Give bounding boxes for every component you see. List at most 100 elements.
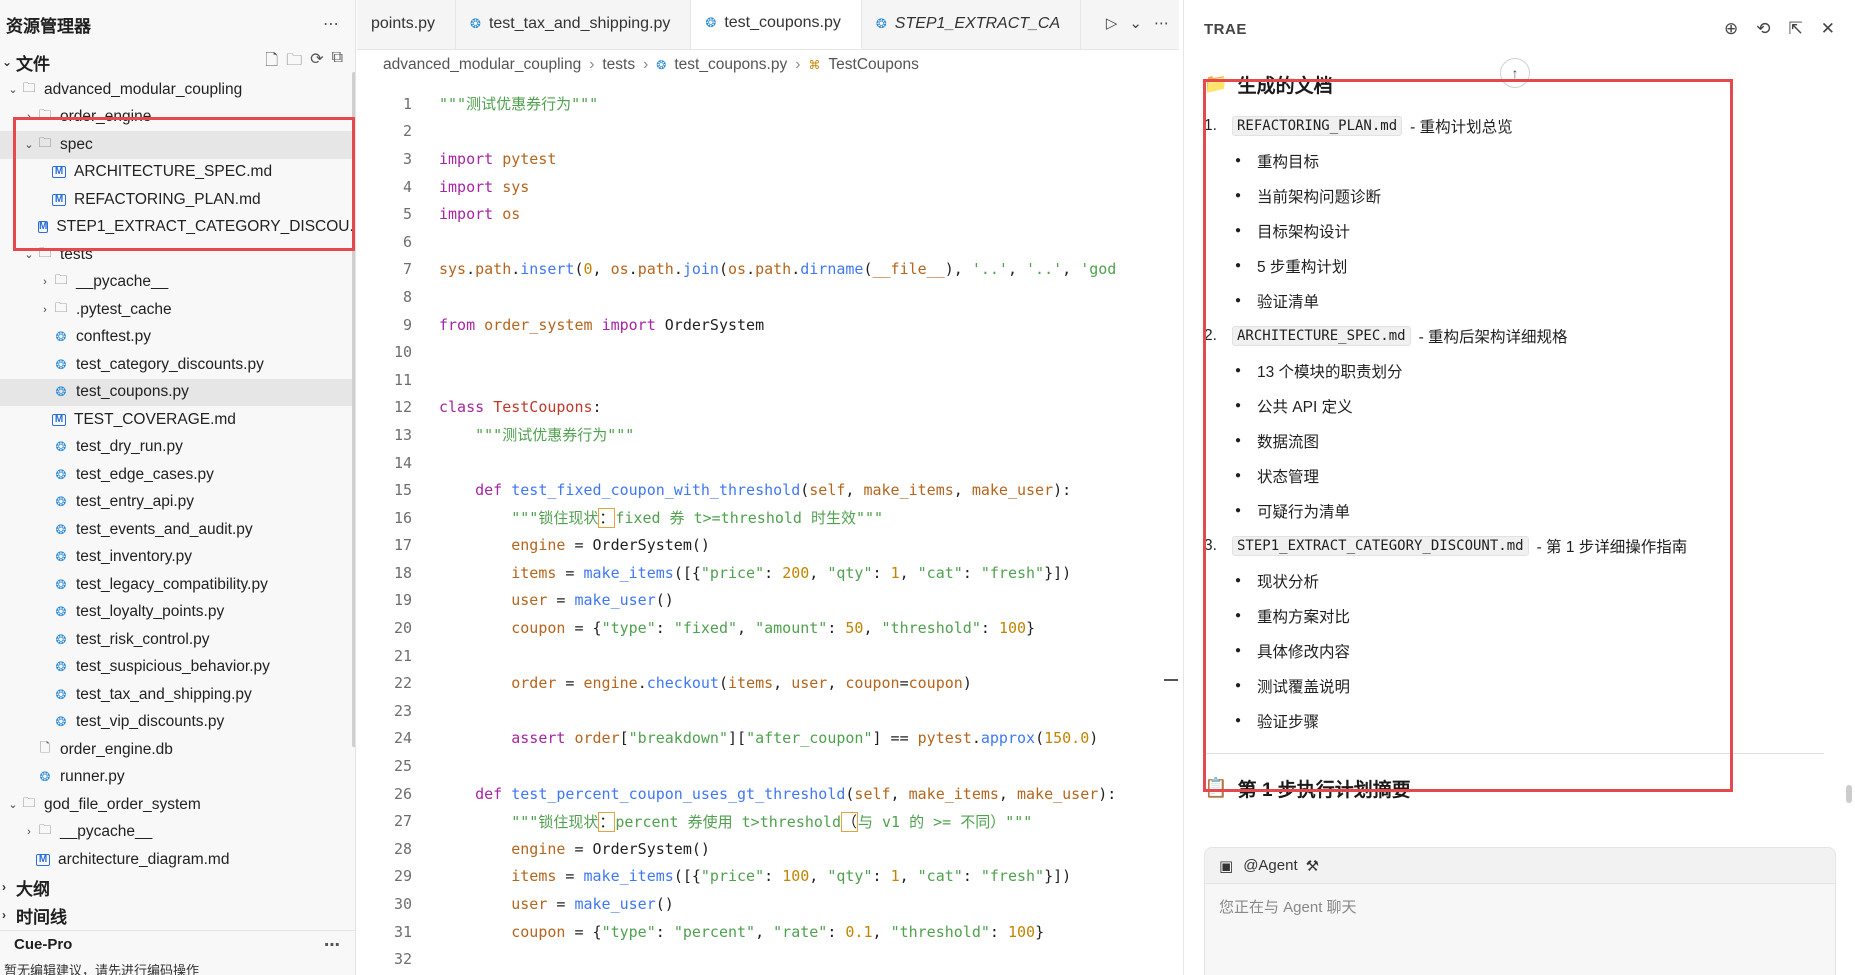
tree-file[interactable]: ❂ test_category_discounts.py bbox=[0, 351, 355, 379]
breadcrumb-item[interactable]: TestCoupons bbox=[828, 56, 918, 74]
code-line[interactable]: 14 bbox=[357, 449, 1179, 477]
tree-file[interactable]: ❂ test_risk_control.py bbox=[0, 626, 355, 654]
tree-file[interactable]: 🗋 order_engine.db bbox=[0, 736, 355, 764]
tree-file[interactable]: ❂ test_inventory.py bbox=[0, 544, 355, 572]
chat-input-field[interactable]: 您正在与 Agent 聊天 bbox=[1205, 884, 1835, 975]
chevron-down-icon[interactable]: ⌄ bbox=[1129, 14, 1142, 32]
code-line[interactable]: 23 bbox=[357, 697, 1179, 725]
file-name-chip[interactable]: STEP1_EXTRACT_CATEGORY_DISCOUNT.md bbox=[1232, 535, 1529, 556]
file-name-chip[interactable]: ARCHITECTURE_SPEC.md bbox=[1232, 325, 1411, 346]
line-number: 29 bbox=[393, 867, 412, 886]
ai-panel-scrollbar[interactable] bbox=[1846, 785, 1852, 803]
code-line[interactable]: 5 import os bbox=[357, 200, 1179, 228]
tree-file[interactable]: ❂ test_suspicious_behavior.py bbox=[0, 654, 355, 682]
code-line[interactable]: 21 bbox=[357, 642, 1179, 670]
tree-file[interactable]: ❂ test_vip_discounts.py bbox=[0, 709, 355, 737]
code-line[interactable]: 9 from order_system import OrderSystem bbox=[357, 311, 1179, 339]
tree-folder[interactable]: ⌄ 🗀 god_file_order_system bbox=[0, 791, 355, 819]
code-line[interactable]: 1 """测试优惠券行为""" bbox=[357, 90, 1179, 118]
editor-tab[interactable]: points.py bbox=[357, 0, 457, 49]
tree-file[interactable]: M REFACTORING_PLAN.md bbox=[0, 186, 355, 214]
tree-folder[interactable]: ⌄ 🗀 tests bbox=[0, 241, 355, 269]
tree-folder[interactable]: › 🗀 order_engine bbox=[0, 104, 355, 132]
tree-file[interactable]: Marchitecture_diagram.md bbox=[0, 846, 355, 874]
chat-input-box[interactable]: ▣ @Agent ⚒ 您正在与 Agent 聊天 bbox=[1204, 847, 1836, 975]
code-area[interactable]: 1 """测试优惠券行为""" 2 3 import pytest 4 import sys… bbox=[357, 90, 1179, 973]
outline-section-header[interactable]: › 大纲 bbox=[0, 873, 355, 901]
code-line[interactable]: 17 engine = OrderSystem() bbox=[357, 532, 1179, 560]
breadcrumb-item[interactable]: test_coupons.py bbox=[674, 56, 787, 74]
more-actions-icon[interactable]: ⋯ bbox=[1154, 14, 1169, 32]
code-line[interactable]: 32 bbox=[357, 945, 1179, 973]
tree-file[interactable]: ❂ test_coupons.py bbox=[0, 378, 355, 406]
new-chat-icon[interactable]: ⊕ bbox=[1724, 19, 1738, 39]
code-line[interactable]: 19 user = make_user() bbox=[357, 587, 1179, 615]
more-actions-icon[interactable]: ⋯ bbox=[324, 935, 342, 955]
open-external-icon[interactable]: ⇱ bbox=[1789, 19, 1803, 39]
tree-file[interactable]: ❂ test_edge_cases.py bbox=[0, 461, 355, 489]
code-line[interactable]: 2 bbox=[357, 118, 1179, 146]
code-line[interactable]: 6 bbox=[357, 228, 1179, 256]
code-line[interactable]: 20 coupon = {"type": "fixed", "amount": … bbox=[357, 614, 1179, 642]
timeline-section-header[interactable]: › 时间线 bbox=[0, 901, 355, 929]
code-line[interactable]: 16 """锁住现状：fixed 券 t>=threshold 时生效""" bbox=[357, 504, 1179, 532]
tree-file[interactable]: ❂ test_tax_and_shipping.py bbox=[0, 681, 355, 709]
editor-tab[interactable]: ❂ test_coupons.py bbox=[691, 0, 862, 49]
tree-file[interactable]: ❂ test_entry_api.py bbox=[0, 489, 355, 517]
tree-folder[interactable]: › 🗀 __pycache__ bbox=[0, 269, 355, 297]
refresh-icon[interactable]: ⟳ bbox=[310, 49, 323, 76]
code-line[interactable]: 18 items = make_items([{"price": 200, "q… bbox=[357, 559, 1179, 587]
tree-file[interactable]: ❂ conftest.py bbox=[0, 324, 355, 352]
agent-mention[interactable]: @Agent bbox=[1243, 857, 1297, 874]
tree-file[interactable]: ❂ runner.py bbox=[0, 764, 355, 792]
new-folder-icon[interactable]: 🗀 bbox=[286, 49, 302, 76]
explorer-scrollbar[interactable] bbox=[352, 72, 355, 747]
editor-tab[interactable]: ❂ test_tax_and_shipping.py bbox=[456, 0, 692, 49]
breadcrumb-item[interactable]: advanced_modular_coupling bbox=[383, 56, 581, 74]
history-icon[interactable]: ⟲ bbox=[1756, 19, 1770, 39]
code-line[interactable]: 8 bbox=[357, 283, 1179, 311]
code-line[interactable]: 22 order = engine.checkout(items, user, … bbox=[357, 669, 1179, 697]
code-line[interactable]: 26 def test_percent_coupon_uses_gt_thres… bbox=[357, 780, 1179, 808]
line-number: 21 bbox=[393, 646, 412, 665]
tree-folder[interactable]: ⌄ 🗀 spec bbox=[0, 131, 355, 159]
more-actions-icon[interactable]: ⋯ bbox=[323, 14, 341, 34]
files-section-header[interactable]: ⌄ 文件 🗋 🗀 ⟳ ⧉ bbox=[0, 48, 355, 76]
tree-folder[interactable]: › 🗀 .pytest_cache bbox=[0, 296, 355, 324]
tree-file[interactable]: ❂ test_dry_run.py bbox=[0, 434, 355, 462]
tree-file[interactable]: M ARCHITECTURE_SPEC.md bbox=[0, 159, 355, 187]
code-line[interactable]: 30 user = make_user() bbox=[357, 890, 1179, 918]
code-line[interactable]: 24 assert order["breakdown"]["after_coup… bbox=[357, 725, 1179, 753]
code-line[interactable]: 4 import sys bbox=[357, 173, 1179, 201]
tree-file[interactable]: M STEP1_EXTRACT_CATEGORY_DISCOU... bbox=[0, 214, 355, 242]
tree-file[interactable]: M TEST_COVERAGE.md bbox=[0, 406, 355, 434]
code-token: , bbox=[809, 867, 828, 886]
code-line[interactable]: 13 """测试优惠券行为""" bbox=[357, 421, 1179, 449]
tree-folder[interactable]: › 🗀 __pycache__ bbox=[0, 819, 355, 847]
tree-file[interactable]: ❂ test_legacy_compatibility.py bbox=[0, 571, 355, 599]
code-line[interactable]: 3 import pytest bbox=[357, 145, 1179, 173]
code-line[interactable]: 25 bbox=[357, 752, 1179, 780]
new-file-icon[interactable]: 🗋 bbox=[265, 49, 278, 76]
code-line[interactable]: 10 bbox=[357, 338, 1179, 366]
code-line[interactable]: 7 sys.path.insert(0, os.path.join(os.path… bbox=[357, 256, 1179, 284]
code-token: , bbox=[592, 260, 611, 279]
collapse-all-icon[interactable]: ⧉ bbox=[332, 49, 343, 76]
code-line[interactable]: 31 coupon = {"type": "percent", "rate": … bbox=[357, 918, 1179, 946]
close-icon[interactable]: ✕ bbox=[1821, 19, 1835, 39]
code-line[interactable]: 11 bbox=[357, 366, 1179, 394]
file-name-chip[interactable]: REFACTORING_PLAN.md bbox=[1232, 115, 1403, 136]
code-line[interactable]: 12 class TestCoupons: bbox=[357, 394, 1179, 422]
editor-tab[interactable]: ❂ STEP1_EXTRACT_CA bbox=[862, 0, 1082, 49]
code-line[interactable]: 27 """锁住现状：percent 券使用 t>threshold（与 v1 … bbox=[357, 807, 1179, 835]
code-line[interactable]: 28 engine = OrderSystem() bbox=[357, 835, 1179, 863]
run-icon[interactable]: ▷ bbox=[1106, 14, 1118, 32]
code-line[interactable]: 29 items = make_items([{"price": 100, "q… bbox=[357, 863, 1179, 891]
tree-file[interactable]: ❂ test_loyalty_points.py bbox=[0, 599, 355, 627]
cue-pro-section-header[interactable]: Cue-Pro ⋯ bbox=[0, 930, 355, 958]
tools-icon[interactable]: ⚒ bbox=[1306, 857, 1319, 875]
code-line[interactable]: 15 def test_fixed_coupon_with_threshold(… bbox=[357, 476, 1179, 504]
tree-file[interactable]: ❂ test_events_and_audit.py bbox=[0, 516, 355, 544]
tree-folder[interactable]: ⌄ 🗀 advanced_modular_coupling bbox=[0, 76, 355, 104]
breadcrumb-item[interactable]: tests bbox=[602, 56, 635, 74]
